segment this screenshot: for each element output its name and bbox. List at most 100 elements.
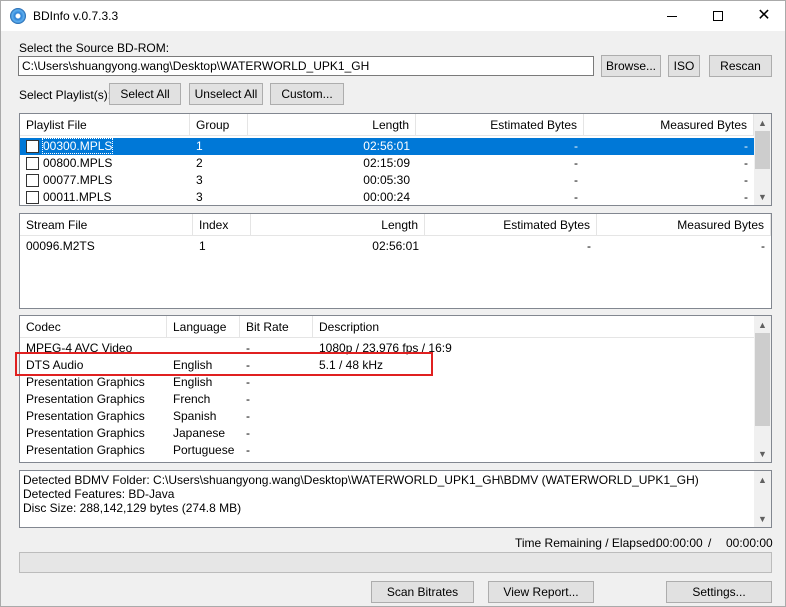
codec-description	[313, 374, 754, 391]
header-index[interactable]: Index	[193, 214, 251, 236]
scroll-up-icon[interactable]: ▲	[754, 114, 771, 131]
custom-button[interactable]: Custom...	[270, 83, 344, 105]
playlist-length: 02:15:09	[363, 156, 410, 170]
playlist-group: 3	[196, 173, 203, 187]
header-codec[interactable]: Codec	[20, 316, 167, 338]
time-remaining-value: 00:00:00	[656, 536, 703, 550]
header-stream-file[interactable]: Stream File	[20, 214, 193, 236]
scroll-thumb[interactable]	[755, 131, 770, 169]
source-label: Select the Source BD-ROM:	[19, 41, 170, 55]
codec-language: Portuguese	[173, 443, 235, 457]
scroll-up-icon[interactable]: ▲	[754, 471, 771, 488]
playlist-row[interactable]: 00300.MPLS 1 02:56:01 - -	[20, 138, 754, 155]
header-playlist-file[interactable]: Playlist File	[20, 114, 190, 136]
time-remaining-label: Time Remaining / Elapsed:	[515, 536, 659, 550]
codec-name: Presentation Graphics	[26, 443, 145, 457]
maximize-button[interactable]	[695, 1, 741, 31]
codec-row[interactable]: Presentation Graphics English -	[20, 374, 754, 391]
header-stream-measured[interactable]: Measured Bytes	[597, 214, 771, 236]
stream-row[interactable]: 00096.M2TS 1 02:56:01 - -	[20, 238, 771, 255]
header-bit-rate[interactable]: Bit Rate	[240, 316, 313, 338]
stream-index: 1	[199, 239, 206, 253]
codec-name: Presentation Graphics	[26, 375, 145, 389]
info-scrollbar[interactable]: ▲ ▼	[754, 471, 771, 527]
scroll-down-icon[interactable]: ▼	[754, 445, 771, 462]
playlist-row[interactable]: 00077.MPLS 3 00:05:30 - -	[20, 172, 754, 189]
playlist-length: 02:56:01	[363, 139, 410, 153]
playlist-group: 3	[196, 190, 203, 204]
codec-name: Presentation Graphics	[26, 392, 145, 406]
scroll-down-icon[interactable]: ▼	[754, 510, 771, 527]
scroll-up-icon[interactable]: ▲	[754, 316, 771, 333]
scroll-down-icon[interactable]: ▼	[754, 188, 771, 205]
scan-progress-bar	[19, 552, 772, 573]
codec-row[interactable]: Presentation Graphics Japanese -	[20, 425, 754, 442]
scan-bitrates-button[interactable]: Scan Bitrates	[371, 581, 474, 603]
playlist-length: 00:05:30	[363, 173, 410, 187]
minimize-button[interactable]	[649, 1, 695, 31]
stream-file: 00096.M2TS	[26, 239, 95, 253]
codec-language: French	[173, 392, 211, 406]
codec-description	[313, 425, 754, 442]
stream-estimated: -	[587, 239, 591, 253]
select-all-button[interactable]: Select All	[109, 83, 181, 105]
playlist-estimated: -	[574, 190, 578, 204]
codec-bitrate: -	[246, 375, 250, 389]
codec-bitrate: -	[246, 443, 250, 457]
playlist-measured: -	[744, 156, 748, 170]
playlist-select-label: Select Playlist(s):	[19, 88, 112, 102]
window-title: BDInfo v.0.7.3.3	[33, 9, 119, 23]
header-language[interactable]: Language	[167, 316, 240, 338]
playlist-group: 1	[196, 139, 203, 153]
time-elapsed-value: 00:00:00	[726, 536, 773, 550]
scroll-thumb[interactable]	[755, 333, 770, 426]
playlist-estimated: -	[574, 173, 578, 187]
header-stream-estimated[interactable]: Estimated Bytes	[425, 214, 597, 236]
title-bar: BDInfo v.0.7.3.3 ✕	[1, 1, 785, 31]
codec-scrollbar[interactable]: ▲ ▼	[754, 316, 771, 462]
codec-bitrate: -	[246, 409, 250, 423]
playlist-measured: -	[744, 190, 748, 204]
playlist-file: 00077.MPLS	[43, 173, 113, 187]
codec-row[interactable]: Presentation Graphics Portuguese -	[20, 442, 754, 459]
close-button[interactable]: ✕	[741, 1, 786, 31]
info-disc-size: Disc Size: 288,142,129 bytes (274.8 MB)	[23, 501, 242, 515]
codec-bitrate: -	[246, 392, 250, 406]
info-features: Detected Features: BD-Java	[23, 487, 175, 501]
view-report-button[interactable]: View Report...	[488, 581, 594, 603]
maximize-icon	[713, 11, 723, 21]
codec-description	[313, 442, 754, 459]
header-stream-length[interactable]: Length	[251, 214, 425, 236]
minimize-icon	[667, 15, 677, 17]
playlist-row[interactable]: 00011.MPLS 3 00:00:24 - -	[20, 189, 754, 205]
header-measured-bytes[interactable]: Measured Bytes	[584, 114, 754, 136]
header-length[interactable]: Length	[248, 114, 416, 136]
unselect-all-button[interactable]: Unselect All	[189, 83, 263, 105]
info-textarea[interactable]: Detected BDMV Folder: C:\Users\shuangyon…	[19, 470, 772, 528]
codec-header: Codec Language Bit Rate Description	[20, 316, 754, 338]
codec-list[interactable]: Codec Language Bit Rate Description MPEG…	[19, 315, 772, 463]
codec-bitrate: -	[246, 426, 250, 440]
playlist-scrollbar[interactable]: ▲ ▼	[754, 114, 771, 205]
header-description[interactable]: Description	[313, 316, 754, 338]
header-estimated-bytes[interactable]: Estimated Bytes	[416, 114, 584, 136]
playlist-list[interactable]: Playlist File Group Length Estimated Byt…	[19, 113, 772, 206]
settings-button[interactable]: Settings...	[666, 581, 772, 603]
rescan-button[interactable]: Rescan	[709, 55, 772, 77]
iso-button[interactable]: ISO	[668, 55, 700, 77]
playlist-file: 00300.MPLS	[41, 138, 114, 154]
codec-row[interactable]: Presentation Graphics Spanish -	[20, 408, 754, 425]
codec-language: Spanish	[173, 409, 217, 423]
playlist-row[interactable]: 00800.MPLS 2 02:15:09 - -	[20, 155, 754, 172]
stream-list[interactable]: Stream File Index Length Estimated Bytes…	[19, 213, 772, 309]
codec-description	[313, 408, 754, 425]
stream-length: 02:56:01	[372, 239, 419, 253]
playlist-estimated: -	[574, 156, 578, 170]
browse-button[interactable]: Browse...	[601, 55, 661, 77]
header-group[interactable]: Group	[190, 114, 248, 136]
source-path-input[interactable]: C:\Users\shuangyong.wang\Desktop\WATERWO…	[18, 56, 594, 76]
playlist-length: 00:00:24	[363, 190, 410, 204]
info-bdmv-folder: Detected BDMV Folder: C:\Users\shuangyon…	[23, 473, 699, 487]
codec-row[interactable]: Presentation Graphics French -	[20, 391, 754, 408]
codec-name: Presentation Graphics	[26, 426, 145, 440]
